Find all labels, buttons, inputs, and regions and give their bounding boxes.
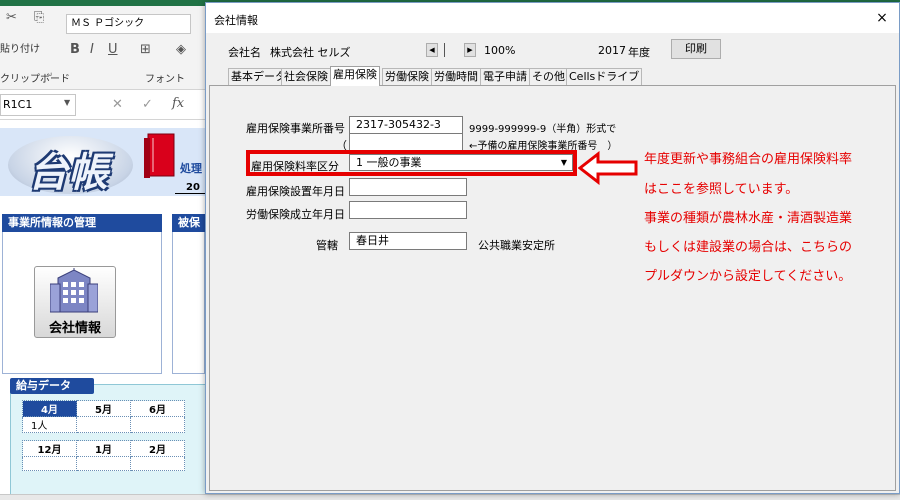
company-info-label: 会社情報	[48, 321, 101, 336]
year-value: 2017	[598, 44, 626, 57]
close-button[interactable]: ×	[870, 7, 894, 29]
company-name-value: 株式会社 セルズ	[270, 46, 351, 59]
setup-date-input[interactable]	[349, 178, 467, 196]
office-number-input[interactable]: 2317-305432-3	[349, 116, 463, 134]
office-number-label: 雇用保険事業所番号	[246, 122, 345, 135]
arrow-left-icon	[578, 151, 638, 185]
month-cell[interactable]: 2月	[130, 440, 185, 457]
labor-insurance-date-input[interactable]	[349, 201, 467, 219]
font-group-label: フォント	[145, 74, 185, 85]
sheet-tab-strip	[0, 494, 900, 500]
jurisdiction-label: 管轄	[316, 239, 338, 252]
month-cell[interactable]: 4月	[22, 400, 77, 417]
month-cell[interactable]: 1月	[76, 440, 131, 457]
reserve-office-number-input[interactable]	[349, 133, 463, 151]
section-insured-header: 被保	[172, 214, 205, 232]
tab-working-hours[interactable]: 労働時間	[431, 68, 481, 85]
month-cell[interactable]: 5月	[76, 400, 131, 417]
month-sub-cell	[76, 456, 131, 471]
font-name-box[interactable]: ＭＳ Ｐゴシック	[66, 14, 191, 34]
month-cell[interactable]: 12月	[22, 440, 77, 457]
enter-icon[interactable]: ✓	[142, 97, 153, 112]
logo-text: 台帳	[28, 149, 108, 196]
tab-social-insurance[interactable]: 社会保険	[281, 68, 331, 85]
tab-basic-data[interactable]: 基本データ	[228, 68, 289, 85]
copy-icon[interactable]: ⎘	[34, 10, 44, 25]
office-number-value: 2317-305432-3	[356, 118, 441, 131]
underline-icon[interactable]: U	[108, 42, 118, 57]
tab-cells-drive[interactable]: Cellsドライブ	[566, 68, 643, 85]
jurisdiction-suffix: 公共職業安定所	[478, 239, 555, 252]
annotation-line: もしくは建設業の場合は、こちらの	[644, 240, 853, 255]
dialog-launcher-icon[interactable]: ⌟	[48, 68, 52, 78]
italic-icon[interactable]: I	[90, 42, 94, 57]
month-sub-cell: 1人	[22, 416, 77, 433]
highlight-box	[246, 150, 577, 176]
annotation-line: 事業の種類が農林水産・清酒製造業	[644, 211, 853, 226]
banner-tag: 処理	[180, 162, 202, 175]
cancel-icon[interactable]: ✕	[112, 97, 123, 112]
jurisdiction-value: 春日井	[356, 234, 389, 247]
banner-year: 20	[186, 182, 200, 193]
company-name-label: 会社名	[228, 46, 261, 59]
border-icon[interactable]: ⊞	[140, 42, 151, 57]
section-office-header: 事業所情報の管理	[2, 214, 162, 232]
prev-button[interactable]: ◀	[426, 43, 438, 57]
font-name-value: ＭＳ Ｐゴシック	[71, 18, 145, 29]
insured-panel	[172, 224, 205, 374]
print-button[interactable]: 印刷	[671, 39, 721, 59]
name-box-dropdown-icon[interactable]: ▼	[64, 98, 70, 107]
office-number-hint: 9999-999999-9（半角）形式で	[469, 124, 617, 135]
salary-header: 給与データ	[10, 378, 94, 394]
dialog-titlebar: 会社情報 ×	[206, 3, 899, 33]
dialog-title: 会社情報	[214, 14, 258, 27]
annotation-line: 年度更新や事務組合の雇用保険料率	[644, 152, 853, 167]
tab-e-application[interactable]: 電子申請	[480, 68, 530, 85]
nav-position-marker	[444, 43, 445, 57]
month-cell[interactable]: 6月	[130, 400, 185, 417]
month-sub-cell	[22, 456, 77, 471]
clipboard-group-label: クリップボード	[0, 74, 70, 85]
cell-reference: R1C1	[3, 98, 33, 111]
annotation-line: プルダウンから設定してください。	[644, 269, 852, 284]
fill-color-icon[interactable]: ◈	[176, 42, 186, 57]
banner-underline	[175, 193, 205, 194]
month-sub-cell	[130, 416, 185, 433]
month-grid-2: 12月 1月 2月	[22, 440, 185, 471]
year-label: 年度	[628, 46, 650, 59]
paste-button[interactable]: 貼り付け	[0, 40, 40, 55]
tab-employment-insurance[interactable]: 雇用保険	[330, 66, 380, 86]
labor-insurance-date-label: 労働保険成立年月日	[246, 208, 345, 221]
cut-icon[interactable]: ✂	[6, 10, 17, 25]
tab-labor-insurance[interactable]: 労働保険	[382, 68, 432, 85]
zoom-value: 100%	[484, 44, 516, 57]
insert-function-icon[interactable]: fx	[172, 96, 184, 111]
bold-icon[interactable]: B	[70, 42, 80, 57]
annotation-line: はここを参照しています。	[644, 182, 799, 197]
building-icon	[50, 268, 98, 313]
company-info-dialog: 会社情報 × 会社名 株式会社 セルズ ◀ ▶ 100% 2017 年度 印刷 …	[205, 2, 900, 494]
month-grid-1: 4月 5月 6月 1人	[22, 400, 185, 433]
setup-date-label: 雇用保険設置年月日	[246, 185, 345, 198]
month-sub-cell	[76, 416, 131, 433]
month-sub-cell	[130, 456, 185, 471]
next-button[interactable]: ▶	[464, 43, 476, 57]
jurisdiction-input[interactable]: 春日井	[349, 232, 467, 250]
book-icon	[144, 133, 175, 178]
tab-other[interactable]: その他	[529, 68, 568, 85]
